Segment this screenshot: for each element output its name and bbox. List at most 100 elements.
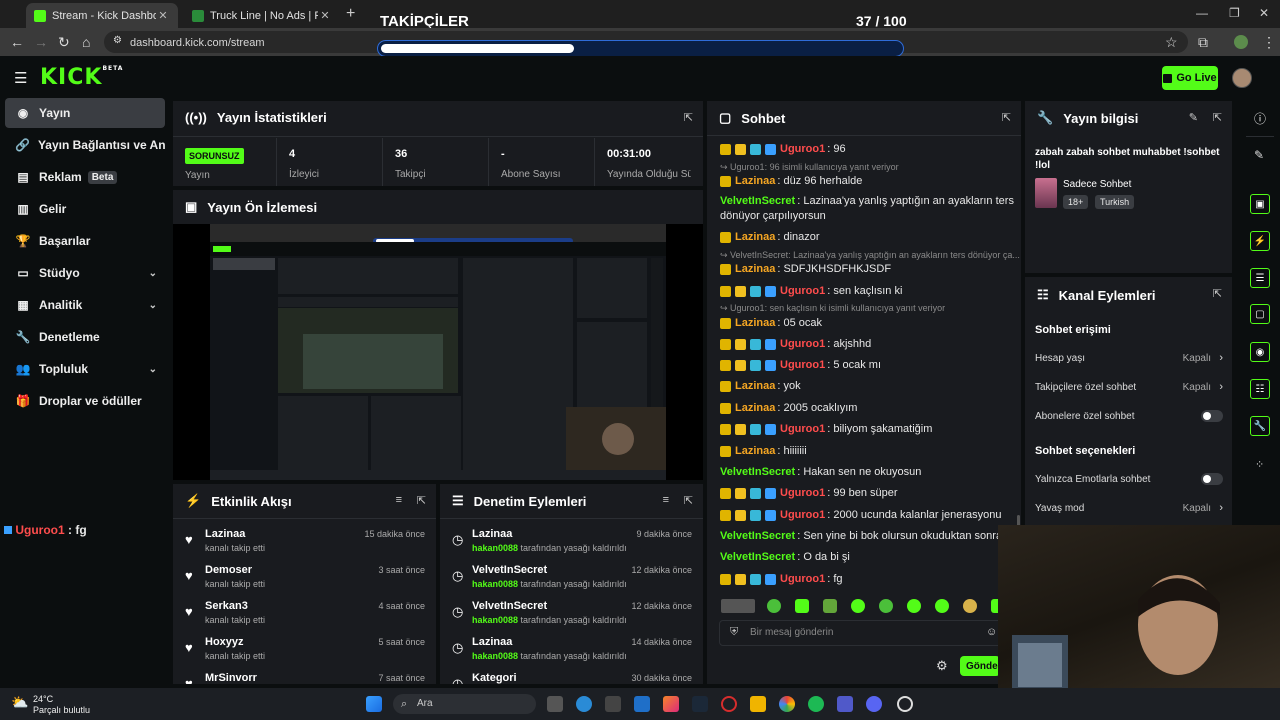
- popout-icon[interactable]: ⇱: [1213, 287, 1222, 300]
- emote-icon[interactable]: [851, 599, 865, 613]
- go-live-button[interactable]: Go Live: [1162, 66, 1218, 90]
- sidebar-item-achievements[interactable]: 🏆 Başarılar: [5, 226, 165, 256]
- actions-panel-toggle-icon[interactable]: ☷: [1250, 379, 1270, 399]
- chat-message[interactable]: Lazinaa: SDFJKHSDFHKJSDF: [720, 263, 891, 275]
- close-window-icon[interactable]: ✕: [1259, 6, 1269, 20]
- apps-icon[interactable]: ⁘: [1255, 458, 1264, 471]
- filter-icon[interactable]: ≡: [396, 494, 402, 506]
- send-button[interactable]: Gönder: [960, 656, 1000, 676]
- info-panel-toggle-icon[interactable]: 🔧: [1250, 416, 1270, 436]
- close-tab-icon[interactable]: ✕: [156, 9, 170, 22]
- category-name[interactable]: Sadece Sohbet: [1063, 179, 1131, 190]
- sidebar-item-moderation[interactable]: 🔧 Denetleme: [5, 322, 165, 352]
- chat-message[interactable]: Lazinaa: hiiiiiii: [720, 445, 807, 457]
- edge-icon[interactable]: [576, 696, 592, 712]
- chat-username[interactable]: Uguroo1: [780, 423, 825, 435]
- emote-icon[interactable]: [963, 599, 977, 613]
- chat-message[interactable]: Lazinaa: dinazor: [720, 231, 820, 243]
- chat-message[interactable]: VelvetInSecret: O da bi şi: [720, 551, 850, 563]
- profile-icon[interactable]: [1234, 35, 1248, 49]
- taskbar-search[interactable]: ⌕ Ara: [393, 694, 536, 714]
- file-explorer-icon[interactable]: [750, 696, 766, 712]
- kick-logo[interactable]: KICKBETA: [40, 65, 123, 90]
- chat-username[interactable]: Lazinaa: [735, 402, 775, 414]
- hamburger-menu-icon[interactable]: ☰: [14, 69, 27, 87]
- chat-username[interactable]: Uguroo1: [780, 487, 825, 499]
- restore-icon[interactable]: ❐: [1229, 6, 1240, 20]
- chat-username[interactable]: Uguroo1: [780, 143, 825, 155]
- chat-username[interactable]: Lazinaa: [735, 263, 775, 275]
- outlook-icon[interactable]: [634, 696, 650, 712]
- chat-message[interactable]: Lazinaa: 2005 ocaklıyım: [720, 402, 857, 414]
- chat-message[interactable]: Uguroo1: 5 ocak mı: [720, 359, 881, 371]
- chat-username[interactable]: Uguroo1: [780, 509, 825, 521]
- home-icon[interactable]: ⌂: [82, 34, 90, 50]
- chat-username[interactable]: Uguroo1: [780, 359, 825, 371]
- task-view-icon[interactable]: [547, 696, 563, 712]
- store-icon[interactable]: [605, 696, 621, 712]
- stream-preview-video[interactable]: [173, 224, 703, 480]
- emote-icon[interactable]: [767, 599, 781, 613]
- instagram-icon[interactable]: [663, 696, 679, 712]
- subscribers-only-toggle[interactable]: [1201, 410, 1223, 422]
- emote-icon[interactable]: [823, 599, 837, 613]
- emote-icon[interactable]: [879, 599, 893, 613]
- weather-widget[interactable]: 24°C Parçalı bulutlu: [33, 694, 90, 716]
- activity-panel-toggle-icon[interactable]: ⚡: [1250, 231, 1270, 251]
- chat-message[interactable]: Uguroo1: 99 ben süper: [720, 487, 898, 499]
- sidebar-item-revenue[interactable]: ▥ Gelir: [5, 194, 165, 224]
- chat-username[interactable]: Uguroo1: [780, 573, 825, 585]
- emoji-icon[interactable]: ☺: [986, 626, 997, 638]
- chat-username[interactable]: Lazinaa: [735, 445, 775, 457]
- chat-message[interactable]: Uguroo1: 96: [720, 143, 846, 155]
- chat-message[interactable]: VelvetInSecret: Hakan sen ne okuyosun: [720, 466, 921, 478]
- emote-icon[interactable]: [907, 599, 921, 613]
- sidebar-item-community[interactable]: 👥 Topluluk ⌄: [5, 354, 165, 384]
- chat-username[interactable]: VelvetInSecret: [720, 466, 795, 478]
- chat-panel-toggle-icon[interactable]: ▢: [1250, 304, 1270, 324]
- sidebar-item-stream[interactable]: ◉ Yayın: [5, 98, 165, 128]
- chat-message[interactable]: Lazinaa: düz 96 herhalde: [720, 175, 862, 187]
- emote-strip[interactable]: [721, 599, 755, 613]
- menu-kebab-icon[interactable]: ⋮: [1262, 34, 1276, 51]
- site-info-icon[interactable]: ⚙: [113, 35, 122, 46]
- popout-icon[interactable]: ⇱: [1002, 111, 1011, 124]
- windows-start-icon[interactable]: [366, 696, 382, 712]
- sidebar-item-drops[interactable]: 🎁 Droplar ve ödüller: [5, 386, 165, 416]
- discord-icon[interactable]: [866, 696, 882, 712]
- chat-username[interactable]: Lazinaa: [735, 231, 775, 243]
- reload-icon[interactable]: ↻: [58, 34, 70, 51]
- filter-icon[interactable]: ≡: [663, 494, 669, 506]
- info-icon[interactable]: ⓘ: [1254, 110, 1266, 127]
- chat-username[interactable]: Lazinaa: [735, 317, 775, 329]
- emote-only-toggle[interactable]: [1201, 473, 1223, 485]
- chat-message[interactable]: Lazinaa: yok: [720, 380, 801, 392]
- chat-username[interactable]: Lazinaa: [735, 175, 775, 187]
- back-icon[interactable]: ←: [10, 34, 24, 50]
- user-avatar[interactable]: [1232, 68, 1252, 88]
- chat-message[interactable]: Uguroo1: fg: [720, 573, 843, 585]
- tab-kick-dashboard[interactable]: Stream - Kick Dashboard ✕: [26, 3, 178, 28]
- sidebar-item-stream-key[interactable]: 🔗Yayın Bağlantısı ve Anahtarı: [5, 130, 165, 160]
- edit-layout-icon[interactable]: ✎: [1254, 148, 1264, 162]
- account-age-setting[interactable]: Hesap yaşı Kapalı ›: [1035, 352, 1225, 364]
- teams-icon[interactable]: [837, 696, 853, 712]
- slow-mode-setting[interactable]: Yavaş mod Kapalı ›: [1035, 502, 1225, 514]
- tab-truck-line[interactable]: Truck Line | No Ads | Play At Fri ✕: [184, 3, 340, 28]
- popout-icon[interactable]: ⇱: [417, 494, 426, 507]
- bookmark-star-icon[interactable]: ☆: [1165, 34, 1178, 51]
- extensions-icon[interactable]: ⧉: [1198, 34, 1208, 51]
- chat-message[interactable]: Uguroo1: 2000 ucunda kalanlar jenerasyon…: [720, 509, 1002, 521]
- edit-pencil-icon[interactable]: ✎: [1189, 111, 1198, 124]
- emote-icon[interactable]: [935, 599, 949, 613]
- stats-panel-toggle-icon[interactable]: ▣: [1250, 194, 1270, 214]
- emote-icon[interactable]: [795, 599, 809, 613]
- chat-username[interactable]: VelvetInSecret: [720, 195, 795, 207]
- chat-username[interactable]: Uguroo1: [780, 285, 825, 297]
- popout-icon[interactable]: ⇱: [684, 494, 693, 507]
- broadcast-panel-toggle-icon[interactable]: ◉: [1250, 342, 1270, 362]
- chat-username[interactable]: Uguroo1: [780, 338, 825, 350]
- chat-username[interactable]: VelvetInSecret: [720, 551, 795, 563]
- chat-message[interactable]: VelvetInSecret: Sen yine bi bok olursun …: [720, 530, 1002, 542]
- chat-message[interactable]: Uguroo1: akjshhd: [720, 338, 871, 350]
